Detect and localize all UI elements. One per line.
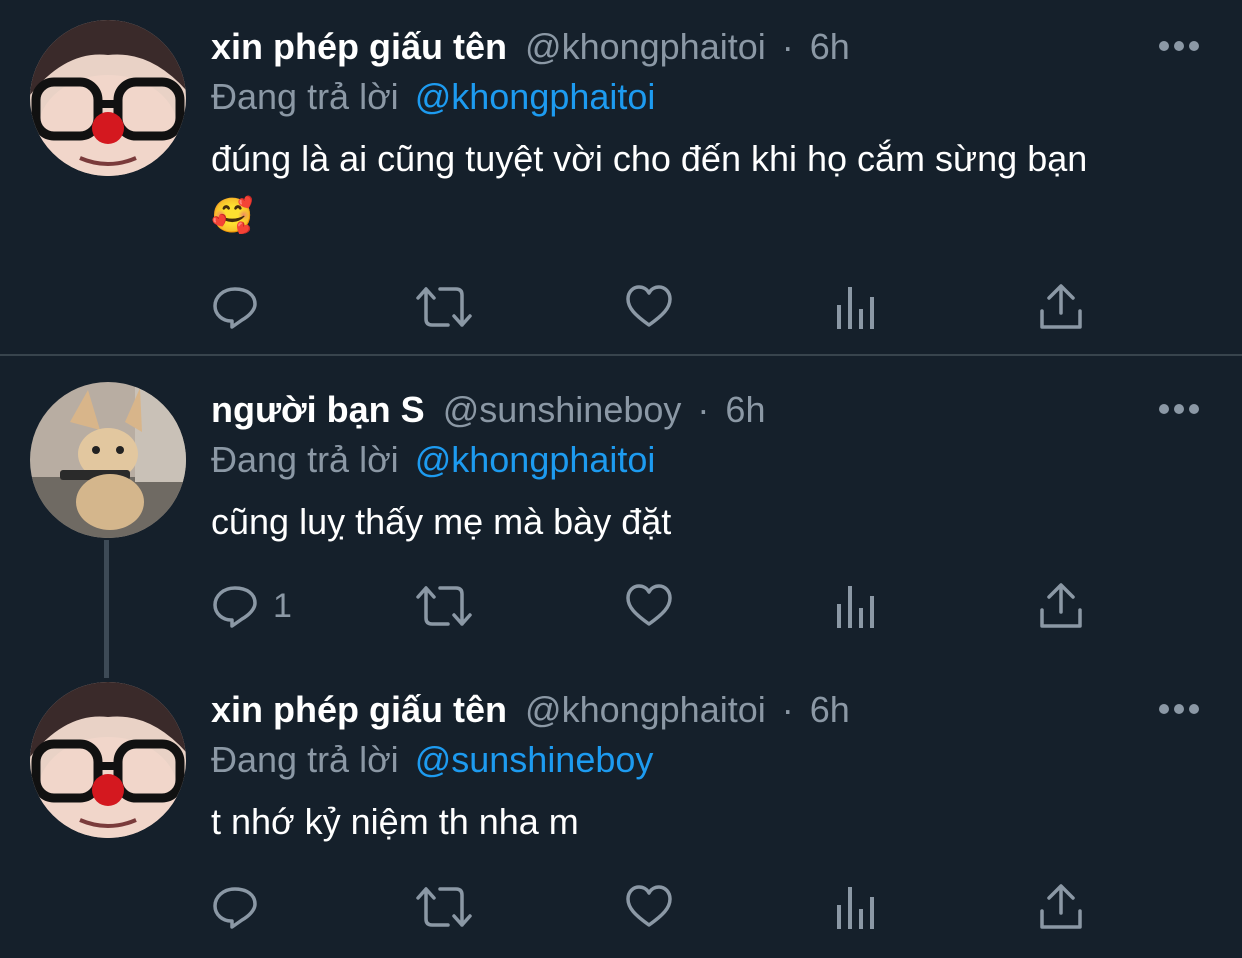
retweet-icon: [416, 586, 472, 626]
replying-to-label: Đang trả lời: [211, 439, 399, 480]
more-icon[interactable]: [1158, 403, 1200, 415]
analytics-icon: [837, 287, 874, 329]
share-icon: [1040, 884, 1082, 929]
avatar-image: [30, 382, 186, 538]
reply-button[interactable]: [211, 882, 273, 932]
tweet[interactable]: xin phép giấu tên @khongphaitoi · 6h Đan…: [0, 676, 1242, 958]
replying-to-label: Đang trả lời: [211, 76, 399, 117]
heart-icon: [626, 885, 672, 927]
avatar-image: [30, 682, 186, 838]
analytics-icon: [837, 586, 874, 628]
mention-link[interactable]: @sunshineboy: [415, 739, 654, 780]
avatar[interactable]: [30, 20, 186, 176]
tweet[interactable]: người bạn S @sunshineboy · 6h Đang trả l…: [0, 356, 1242, 676]
replying-to-label: Đang trả lời: [211, 739, 399, 780]
timestamp[interactable]: 6h: [810, 689, 850, 730]
retweet-icon: [416, 887, 472, 927]
thread-connector-line: [104, 540, 109, 678]
retweet-button[interactable]: [416, 581, 472, 631]
tweet-text: t nhớ kỷ niệm th nha m: [211, 794, 1211, 850]
timestamp[interactable]: 6h: [810, 26, 850, 67]
share-button[interactable]: [1039, 882, 1083, 932]
share-button[interactable]: [1039, 581, 1083, 631]
avatar[interactable]: [30, 382, 186, 538]
tweet-header: xin phép giấu tên @khongphaitoi · 6h: [211, 25, 850, 69]
analytics-icon: [837, 887, 874, 929]
reply-button[interactable]: 1: [211, 581, 292, 631]
reply-icon: [213, 887, 257, 929]
tweet[interactable]: xin phép giấu tên @khongphaitoi · 6h Đan…: [0, 0, 1242, 354]
timestamp[interactable]: 6h: [725, 389, 765, 430]
display-name[interactable]: xin phép giấu tên: [211, 26, 507, 67]
reply-icon: [213, 586, 257, 628]
like-button[interactable]: [625, 882, 673, 932]
tweet-text: cũng luỵ thấy mẹ mà bày đặt: [211, 494, 1211, 550]
tweet-actions: 1: [211, 581, 1111, 631]
share-icon: [1040, 583, 1082, 628]
tweet-text-body: cũng luỵ thấy mẹ mà bày đặt: [211, 501, 672, 542]
heart-icon: [626, 285, 672, 327]
tweet-header: xin phép giấu tên @khongphaitoi · 6h: [211, 688, 850, 732]
like-button[interactable]: [625, 282, 673, 332]
analytics-button[interactable]: [835, 882, 877, 932]
display-name[interactable]: người bạn S: [211, 389, 425, 430]
replying-to: Đang trả lời @sunshineboy: [211, 738, 653, 782]
analytics-button[interactable]: [835, 581, 877, 631]
replying-to: Đang trả lời @khongphaitoi: [211, 438, 655, 482]
tweet-header: người bạn S @sunshineboy · 6h: [211, 388, 765, 432]
tweet-text-body: t nhớ kỷ niệm th nha m: [211, 801, 579, 842]
retweet-button[interactable]: [416, 282, 472, 332]
share-icon: [1040, 284, 1082, 329]
reply-icon: [213, 287, 257, 329]
analytics-button[interactable]: [835, 282, 877, 332]
retweet-icon: [416, 287, 472, 327]
tweet-actions: [211, 882, 1111, 932]
separator-dot: ·: [697, 389, 710, 430]
emoji: 🥰: [211, 197, 254, 235]
avatar-image: [30, 20, 186, 176]
avatar[interactable]: [30, 682, 186, 838]
retweet-button[interactable]: [416, 882, 472, 932]
more-icon[interactable]: [1158, 40, 1200, 52]
user-handle[interactable]: @khongphaitoi: [525, 26, 766, 67]
tweet-actions: [211, 282, 1111, 332]
heart-icon: [626, 584, 672, 626]
tweet-text: đúng là ai cũng tuyệt vời cho đến khi họ…: [211, 131, 1211, 244]
user-handle[interactable]: @sunshineboy: [443, 389, 682, 430]
replying-to: Đang trả lời @khongphaitoi: [211, 75, 655, 119]
share-button[interactable]: [1039, 282, 1083, 332]
reply-button[interactable]: [211, 282, 273, 332]
tweet-text-body: đúng là ai cũng tuyệt vời cho đến khi họ…: [211, 138, 1088, 179]
reply-count: 1: [273, 586, 292, 625]
separator-dot: ·: [781, 689, 794, 730]
mention-link[interactable]: @khongphaitoi: [415, 439, 656, 480]
mention-link[interactable]: @khongphaitoi: [415, 76, 656, 117]
user-handle[interactable]: @khongphaitoi: [525, 689, 766, 730]
display-name[interactable]: xin phép giấu tên: [211, 689, 507, 730]
separator-dot: ·: [781, 26, 794, 67]
like-button[interactable]: [625, 581, 673, 631]
more-icon[interactable]: [1158, 703, 1200, 715]
